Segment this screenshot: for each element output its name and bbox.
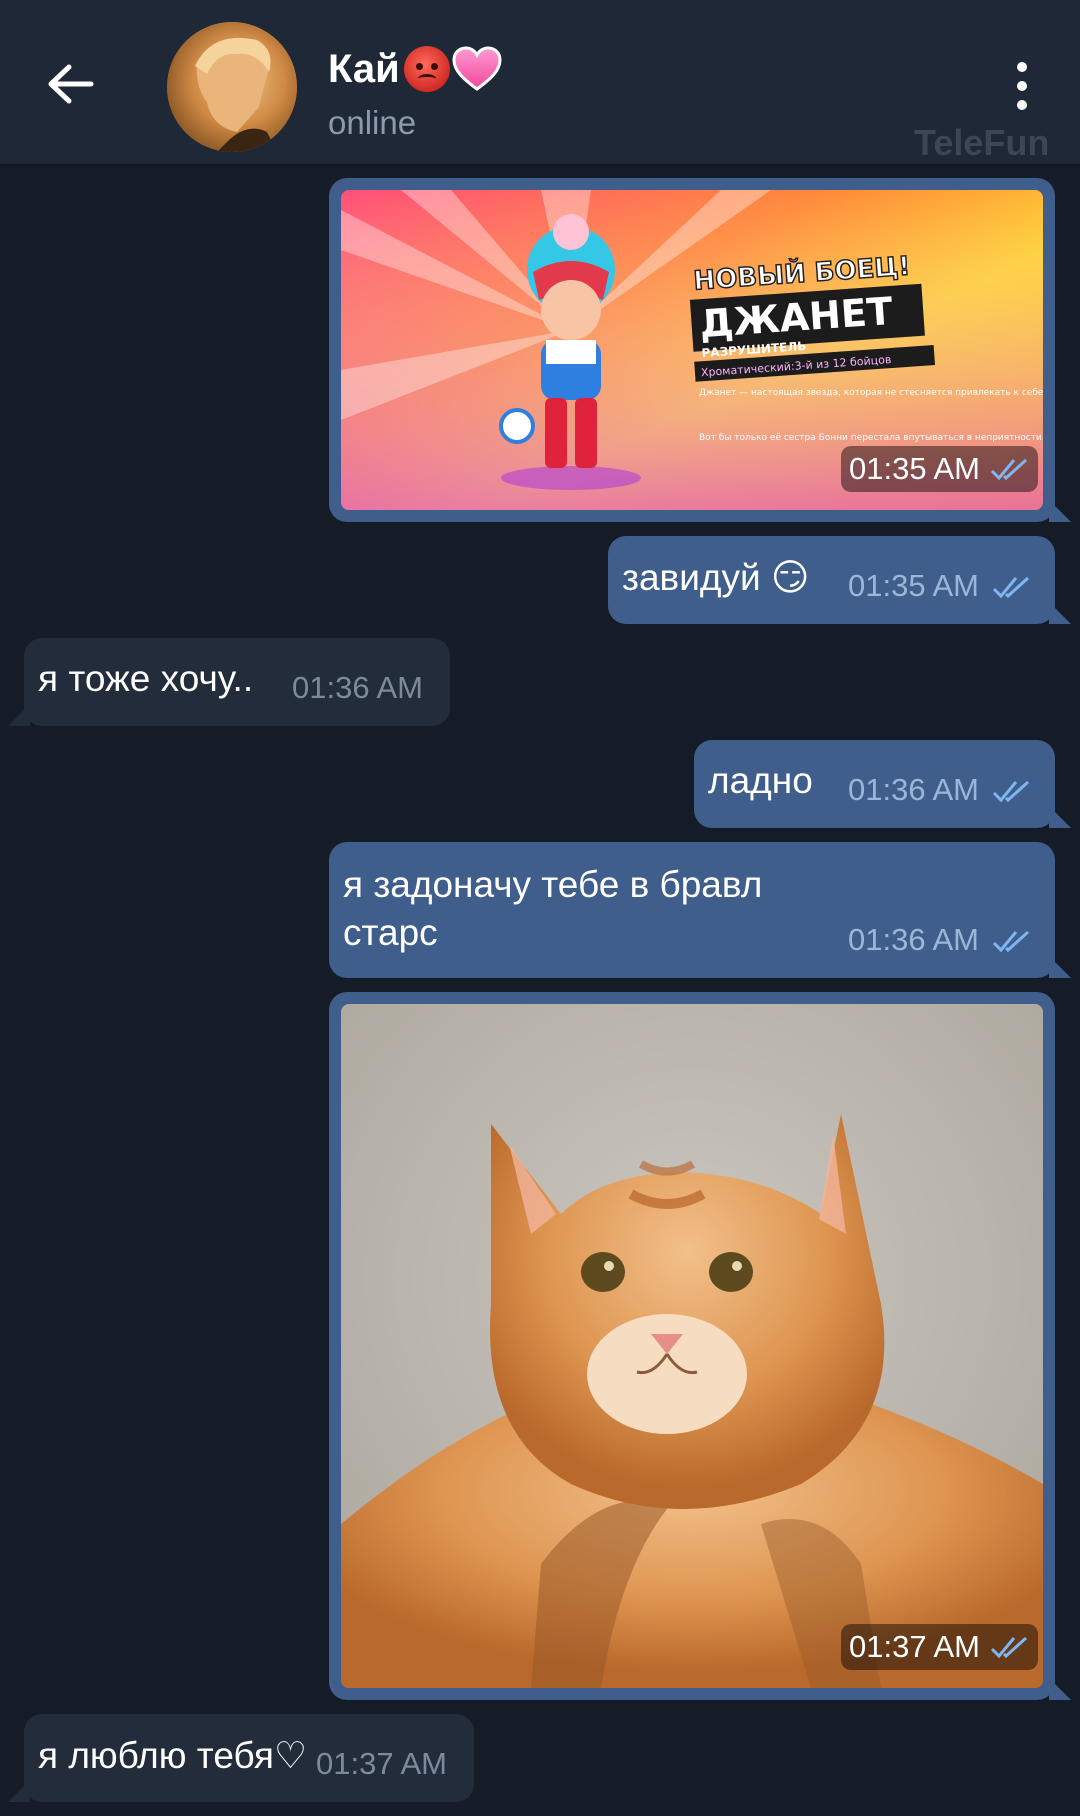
chat-screen: Кай online TeleFun НОВЫЙ БОЕЦ! ДЖАНЕТ РА… <box>0 0 1080 1816</box>
message-time: 01:36 AM <box>848 772 979 807</box>
read-check-icon <box>992 930 1030 953</box>
message-text-line1: я задоначу тебе в бравл <box>343 864 763 905</box>
message-text: я люблю тебя♡ <box>38 1735 308 1776</box>
message-bubble-outgoing[interactable]: ладно 01:36 AM <box>694 740 1071 828</box>
contact-status: online <box>328 104 417 141</box>
poster-desc1: Джанет — настоящая звезда, которая не ст… <box>699 388 1043 398</box>
message-time: 01:35 AM <box>848 568 979 603</box>
watermark: TeleFun <box>914 122 1050 163</box>
message-text: я тоже хочу.. <box>38 658 254 699</box>
contact-avatar[interactable] <box>167 22 297 152</box>
pink-heart-emoji-icon <box>452 46 502 91</box>
message-time: 01:36 AM <box>292 670 423 705</box>
message-time: 01:36 AM <box>848 922 979 957</box>
chat-header: Кай online TeleFun <box>0 0 1080 166</box>
contact-name-text: Кай <box>328 46 400 91</box>
message-time: 01:37 AM <box>316 1746 447 1781</box>
photo-time: 01:37 AM <box>841 1624 1038 1670</box>
back-arrow-icon <box>48 64 94 104</box>
cat-photo[interactable] <box>341 1004 1043 1688</box>
read-check-icon <box>990 458 1027 481</box>
menu-dot-icon <box>1017 100 1027 110</box>
menu-dot-icon <box>1017 62 1027 72</box>
message-image[interactable]: НОВЫЙ БОЕЦ! ДЖАНЕТ РАЗРУШИТЕЛЬ Хроматиче… <box>329 178 1071 522</box>
message-bubble-incoming[interactable]: я люблю тебя♡ 01:37 AM <box>8 1714 474 1802</box>
message-bubble-outgoing[interactable]: я задоначу тебе в бравл старс 01:36 AM <box>329 842 1071 978</box>
read-check-icon <box>990 1636 1027 1659</box>
message-text: завидуй 😏 <box>622 557 810 598</box>
cat-image <box>341 1004 1043 1688</box>
menu-dot-icon <box>1017 81 1027 91</box>
avatar-image <box>167 22 297 152</box>
back-button[interactable] <box>36 50 104 118</box>
message-bubble-incoming[interactable]: я тоже хочу.. 01:36 AM <box>8 638 450 726</box>
message-image[interactable]: 01:37 AM <box>329 992 1071 1700</box>
message-time: 01:35 AM <box>849 451 980 486</box>
photo-time: 01:35 AM <box>841 446 1038 492</box>
poster-desc2: Вот бы только её сестра Бонни перестала … <box>699 433 1043 443</box>
read-check-icon <box>992 780 1030 803</box>
angry-emoji-icon <box>403 46 450 92</box>
message-time: 01:37 AM <box>849 1629 980 1664</box>
message-text: ладно <box>708 760 813 801</box>
read-check-icon <box>992 576 1030 599</box>
more-menu-button[interactable] <box>1000 56 1044 116</box>
message-bubble-outgoing[interactable]: завидуй 😏 01:35 AM <box>608 536 1071 624</box>
message-text-line2: старс <box>343 912 438 953</box>
contact-name[interactable]: Кай <box>328 46 502 92</box>
